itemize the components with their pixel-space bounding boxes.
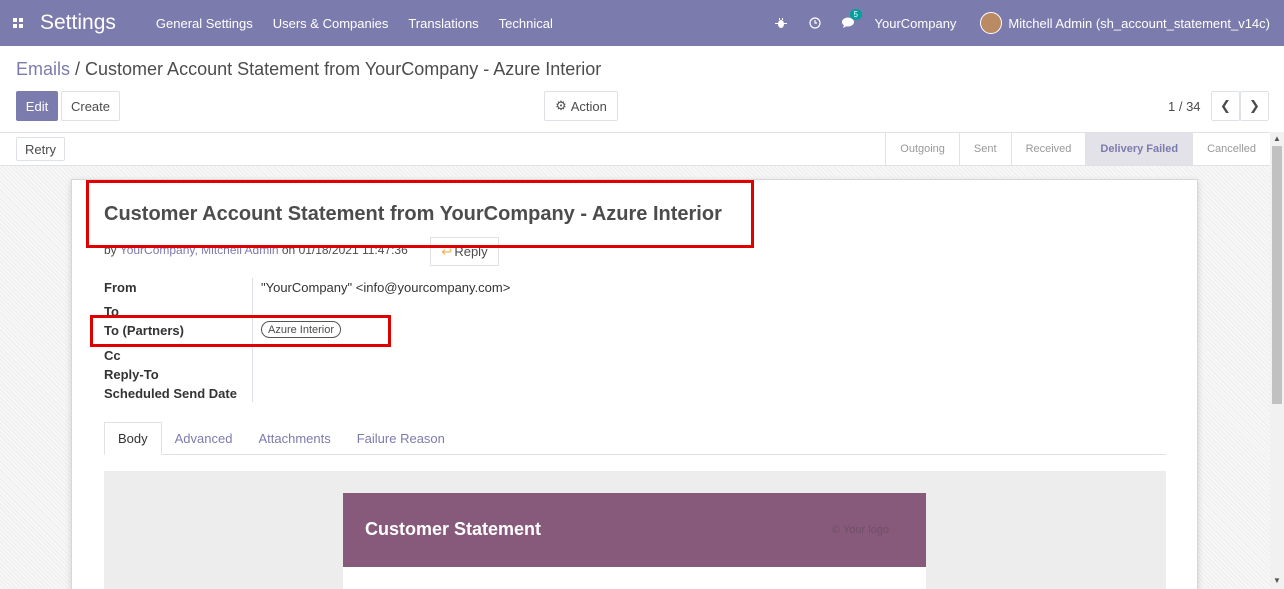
email-logo-text: © Your logo	[832, 524, 890, 536]
scheduled-send-date-label: Scheduled Send Date	[104, 386, 237, 401]
menu-translations[interactable]: Translations	[408, 16, 478, 31]
menu-general-settings[interactable]: General Settings	[156, 16, 253, 31]
edit-button[interactable]: Edit	[16, 91, 58, 121]
debug-bug-icon[interactable]	[773, 15, 789, 31]
breadcrumb: Emails / Customer Account Statement from…	[16, 59, 601, 80]
stage-outgoing[interactable]: Outgoing	[885, 133, 959, 165]
tab-body[interactable]: Body	[104, 422, 162, 455]
user-avatar[interactable]	[980, 12, 1003, 34]
breadcrumb-emails-link[interactable]: Emails	[16, 59, 70, 79]
pager-previous-button[interactable]: ❮	[1211, 91, 1240, 121]
app-title[interactable]: Settings	[40, 11, 116, 35]
tab-failure-reason[interactable]: Failure Reason	[344, 422, 458, 455]
email-heading: Customer Statement	[365, 519, 542, 539]
scroll-down-icon[interactable]: ▼	[1273, 576, 1281, 585]
scroll-up-icon[interactable]: ▲	[1273, 134, 1281, 143]
tab-attachments[interactable]: Attachments	[245, 422, 343, 455]
pager-value[interactable]: 1 / 34	[1168, 99, 1201, 114]
tab-advanced[interactable]: Advanced	[162, 422, 246, 455]
chevron-left-icon: ❮	[1220, 98, 1231, 113]
action-button[interactable]: ⚙ Action	[544, 91, 618, 121]
top-navbar: Settings General Settings Users & Compan…	[0, 0, 1284, 46]
title-highlight-box	[86, 180, 754, 248]
chat-messages-icon[interactable]: 5	[841, 9, 862, 31]
from-label: From	[104, 280, 137, 295]
scroll-thumb[interactable]	[1272, 146, 1282, 404]
create-button[interactable]: Create	[61, 91, 120, 121]
action-label: Action	[570, 98, 607, 114]
user-menu[interactable]: Mitchell Admin (sh_account_statement_v14…	[1008, 16, 1270, 31]
breadcrumb-separator: /	[70, 59, 86, 79]
retry-button[interactable]: Retry	[16, 137, 65, 161]
stage-received[interactable]: Received	[1010, 133, 1086, 165]
menu-technical[interactable]: Technical	[499, 16, 553, 31]
gear-icon: ⚙	[555, 98, 567, 113]
stage-cancelled[interactable]: Cancelled	[1192, 133, 1270, 165]
vertical-scrollbar[interactable]: ▲ ▼	[1270, 132, 1284, 589]
menu-users-companies[interactable]: Users & Companies	[273, 16, 389, 31]
reply-to-label: Reply-To	[104, 367, 159, 382]
pager-next-button[interactable]: ❯	[1240, 91, 1269, 121]
from-value: "YourCompany" <info@yourcompany.com>	[261, 280, 511, 295]
company-switcher[interactable]: YourCompany	[875, 16, 957, 31]
partners-highlight-box	[90, 315, 391, 347]
activity-clock-icon[interactable]	[807, 15, 823, 31]
chat-count-badge: 5	[849, 9, 862, 20]
stage-sent[interactable]: Sent	[958, 133, 1011, 165]
chevron-right-icon: ❯	[1249, 98, 1260, 113]
cc-label: Cc	[104, 348, 121, 363]
status-bar: Retry Outgoing Sent Received Delivery Fa…	[0, 132, 1270, 166]
apps-menu-icon[interactable]	[0, 0, 36, 46]
notebook-tabs: Body Advanced Attachments Failure Reason	[104, 422, 1166, 455]
breadcrumb-current: Customer Account Statement from YourComp…	[85, 59, 602, 79]
stage-delivery-failed[interactable]: Delivery Failed	[1085, 133, 1193, 165]
status-stages: Outgoing Sent Received Delivery Failed C…	[885, 133, 1270, 165]
